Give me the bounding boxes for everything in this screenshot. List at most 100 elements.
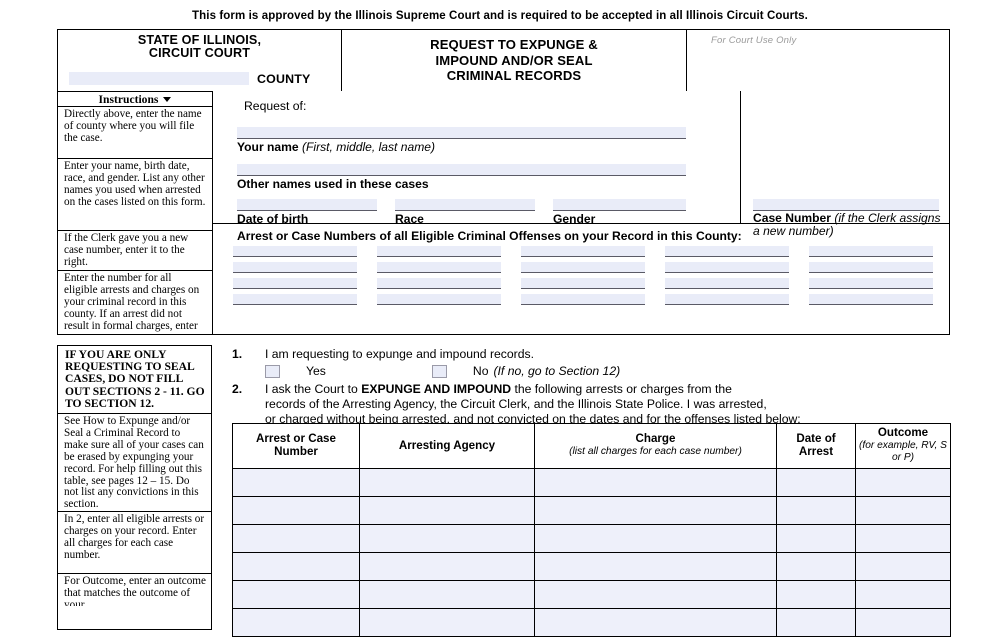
offense-table-cell[interactable]	[534, 467, 777, 497]
offense-table-cell[interactable]	[776, 523, 856, 553]
request-of-label: Request of:	[244, 99, 307, 113]
offense-table-cell[interactable]	[359, 551, 535, 581]
case-number-block: Case Number (if the Clerk assigns a new …	[741, 91, 949, 238]
no-label: No	[472, 364, 489, 378]
lower-instructions-column: IF YOU ARE ONLY REQUESTING TO SEAL CASES…	[57, 345, 212, 630]
arrest-number-input[interactable]	[521, 262, 645, 273]
your-name-label: Your name (First, middle, last name)	[237, 140, 435, 154]
form-header-row: STATE OF ILLINOIS, CIRCUIT COURT COUNTY …	[58, 30, 949, 91]
arrest-number-input[interactable]	[233, 294, 357, 305]
offense-table-cell[interactable]	[534, 523, 777, 553]
yes-checkbox[interactable]	[265, 365, 280, 378]
offense-table-cell[interactable]	[534, 607, 777, 637]
header-sub-text: (for example, RV, S or P)	[859, 439, 947, 464]
offense-table-cell[interactable]	[776, 495, 856, 525]
section-2-line-1a: I ask the Court to	[265, 382, 362, 396]
race-input[interactable]	[395, 199, 535, 211]
section-2-emphasis: EXPUNGE AND IMPOUND	[361, 382, 512, 396]
header-sub-text: (list all charges for each case number)	[569, 445, 742, 457]
table-row	[232, 495, 951, 525]
offense-table-cell[interactable]	[359, 523, 535, 553]
offense-table-header-cell: Arresting Agency	[359, 423, 535, 469]
yes-label: Yes	[306, 364, 326, 378]
arrest-number-input[interactable]	[809, 278, 933, 289]
offense-table-cell[interactable]	[359, 607, 535, 637]
arrest-numbers-title: Arrest or Case Numbers of all Eligible C…	[237, 229, 742, 243]
arrest-number-input[interactable]	[233, 278, 357, 289]
instruction-item-4: Enter the number for all eligible arrest…	[64, 272, 200, 333]
table-row	[232, 579, 951, 609]
lower-instruction-item-2: In 2, enter all eligible arrests or char…	[58, 512, 211, 575]
offense-table-cell[interactable]	[534, 495, 777, 525]
offense-table-cell[interactable]	[232, 467, 360, 497]
offense-table-cell[interactable]	[776, 579, 856, 609]
section-2-line-1: I ask the Court to EXPUNGE AND IMPOUND t…	[265, 382, 950, 397]
gender-input[interactable]	[553, 199, 686, 211]
arrest-number-input[interactable]	[665, 294, 789, 305]
offense-table-cell[interactable]	[855, 523, 951, 553]
arrest-number-input[interactable]	[809, 294, 933, 305]
county-input[interactable]	[69, 72, 249, 85]
lower-instruction-item-1: See How to Expunge and/or Seal a Crimina…	[58, 414, 211, 513]
arrest-number-input[interactable]	[521, 294, 645, 305]
offense-table-cell[interactable]	[855, 467, 951, 497]
header-main-text: Charge	[635, 432, 676, 446]
offense-table-cell[interactable]	[232, 607, 360, 637]
case-number-input[interactable]	[753, 199, 939, 211]
offense-table-cell[interactable]	[855, 551, 951, 581]
date-of-birth-input[interactable]	[237, 199, 377, 211]
court-use-only-label: For Court Use Only	[711, 35, 797, 46]
offense-table-cell[interactable]	[534, 551, 777, 581]
arrest-number-input[interactable]	[377, 294, 501, 305]
county-row: COUNTY	[58, 72, 341, 85]
arrest-number-input[interactable]	[809, 246, 933, 257]
offense-table-header-cell: Charge (list all charges for each case nu…	[534, 423, 777, 469]
form-header-box: STATE OF ILLINOIS, CIRCUIT COURT COUNTY …	[57, 29, 950, 335]
arrest-number-input[interactable]	[233, 246, 357, 257]
offense-table-cell[interactable]	[776, 607, 856, 637]
header-main-text: Arresting Agency	[398, 438, 496, 452]
approval-notice: This form is approved by the Illinois Su…	[192, 10, 808, 22]
offense-table-cell[interactable]	[855, 579, 951, 609]
arrest-number-input[interactable]	[665, 278, 789, 289]
offense-table-cell[interactable]	[359, 495, 535, 525]
arrest-number-input[interactable]	[377, 278, 501, 289]
arrest-number-input[interactable]	[665, 262, 789, 273]
section-item-1: 1. I am requesting to expunge and impoun…	[232, 347, 950, 379]
arrest-number-input[interactable]	[809, 262, 933, 273]
offense-table-cell[interactable]	[232, 495, 360, 525]
offense-table-cell[interactable]	[534, 579, 777, 609]
other-names-input[interactable]	[237, 164, 686, 176]
arrest-number-input[interactable]	[521, 278, 645, 289]
no-checkbox[interactable]	[431, 365, 447, 378]
arrest-number-input[interactable]	[521, 246, 645, 257]
offense-table-cell[interactable]	[855, 495, 951, 525]
arrest-number-input[interactable]	[377, 262, 501, 273]
offense-table-cell[interactable]	[232, 579, 360, 609]
section-1-choices: Yes No (If no, go to Section 12)	[265, 364, 950, 379]
offense-table: Arrest or Case Number Arresting Agency Cha…	[232, 423, 951, 637]
lower-instruction-item-3: For Outcome, enter an outcome that match…	[64, 575, 206, 607]
offense-table-cell[interactable]	[776, 467, 856, 497]
section-2-number: 2.	[232, 382, 243, 396]
form-title-line-2: IMPOUND AND/OR SEAL	[435, 52, 593, 68]
offense-table-cell[interactable]	[232, 551, 360, 581]
your-name-input[interactable]	[237, 127, 686, 139]
arrest-number-input[interactable]	[665, 246, 789, 257]
section-2-line-2: records of the Arresting Agency, the Cir…	[265, 397, 767, 411]
offense-table-cell[interactable]	[232, 523, 360, 553]
offense-table-cell[interactable]	[359, 579, 535, 609]
offense-table-cell[interactable]	[359, 467, 535, 497]
sections-content: 1. I am requesting to expunge and impoun…	[232, 345, 951, 637]
state-line-2: CIRCUIT COURT	[148, 46, 251, 61]
arrest-number-input[interactable]	[233, 262, 357, 273]
offense-table-cell[interactable]	[855, 607, 951, 637]
offense-table-cell[interactable]	[776, 551, 856, 581]
instructions-header[interactable]: Instructions	[58, 91, 212, 107]
table-row	[232, 607, 951, 637]
header-main-text: Outcome	[877, 426, 929, 439]
header-main-text: Arrest or Case Number	[256, 432, 336, 458]
arrest-number-input[interactable]	[377, 246, 501, 257]
instruction-item-2: Enter your name, birth date, race, and g…	[58, 159, 212, 231]
chevron-down-icon[interactable]	[163, 96, 172, 102]
